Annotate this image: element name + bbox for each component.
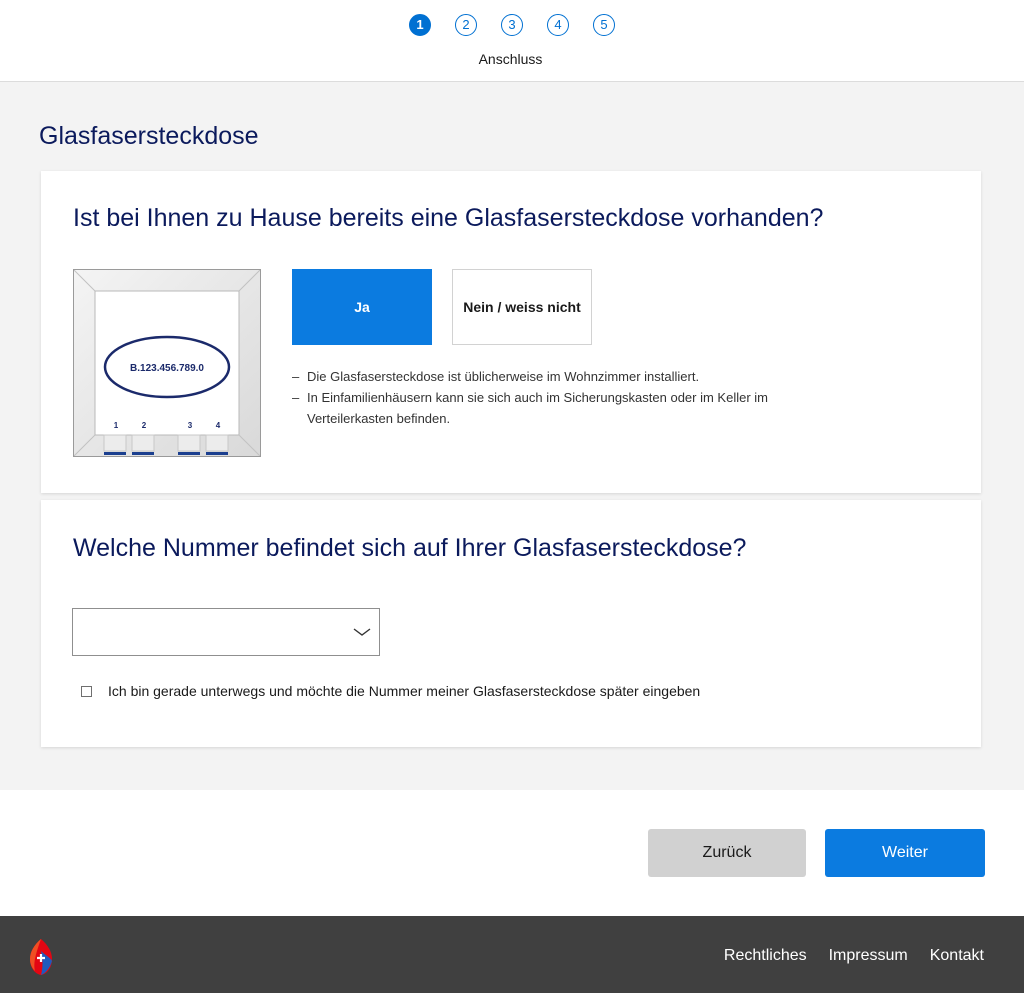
footer-link-imprint[interactable]: Impressum <box>829 947 908 965</box>
swisscom-logo-icon[interactable] <box>24 937 58 977</box>
footer-link-contact[interactable]: Kontakt <box>930 947 984 965</box>
step-2[interactable]: 2 <box>455 14 477 36</box>
step-4[interactable]: 4 <box>547 14 569 36</box>
fiber-socket-drawing: B.123.456.789.0 1 2 3 4 <box>74 270 260 456</box>
socket-number-select[interactable] <box>72 608 380 656</box>
socket-hints-list: Die Glasfasersteckdose ist üblicherweise… <box>292 366 852 429</box>
socket-number-text: B.123.456.789.0 <box>130 363 204 374</box>
step-3[interactable]: 3 <box>501 14 523 36</box>
main-content: Glasfasersteckdose Ist bei Ihnen zu Haus… <box>0 82 1024 790</box>
port-label: 1 <box>114 421 119 430</box>
page-footer: Rechtliches Impressum Kontakt <box>0 916 1024 993</box>
stepper-header: 1 2 3 4 5 Anschluss <box>0 0 1024 82</box>
active-step-label: Anschluss <box>478 51 543 67</box>
step-5[interactable]: 5 <box>593 14 615 36</box>
back-button[interactable]: Zurück <box>648 829 806 877</box>
footer-links: Rechtliches Impressum Kontakt <box>724 947 984 965</box>
page-title: Glasfasersteckdose <box>39 122 259 150</box>
next-button[interactable]: Weiter <box>825 829 985 877</box>
number-question-title: Welche Nummer befindet sich auf Ihrer Gl… <box>73 534 747 562</box>
socket-presence-card: Ist bei Ihnen zu Hause bereits eine Glas… <box>41 171 981 493</box>
footer-link-legal[interactable]: Rechtliches <box>724 947 807 965</box>
enter-later-label: Ich bin gerade unterwegs und möchte die … <box>108 683 701 699</box>
port-label: 2 <box>142 421 147 430</box>
hint-item: In Einfamilienhäusern kann sie sich auch… <box>292 387 852 429</box>
enter-later-checkbox-row[interactable]: Ich bin gerade unterwegs und möchte die … <box>81 683 700 699</box>
option-yes-button[interactable]: Ja <box>292 269 432 345</box>
chevron-down-icon <box>353 628 371 636</box>
socket-number-card: Welche Nummer befindet sich auf Ihrer Gl… <box>41 500 981 747</box>
option-no-button[interactable]: Nein / weiss nicht <box>452 269 592 345</box>
port-label: 3 <box>188 421 193 430</box>
port-label: 4 <box>216 421 221 430</box>
enter-later-checkbox[interactable] <box>81 685 92 697</box>
step-1[interactable]: 1 <box>409 14 431 36</box>
hint-item: Die Glasfasersteckdose ist üblicherweise… <box>292 366 852 387</box>
socket-question-title: Ist bei Ihnen zu Hause bereits eine Glas… <box>73 204 824 232</box>
step-indicators: 1 2 3 4 5 <box>0 14 1024 36</box>
fiber-socket-illustration: B.123.456.789.0 1 2 3 4 <box>73 269 261 457</box>
